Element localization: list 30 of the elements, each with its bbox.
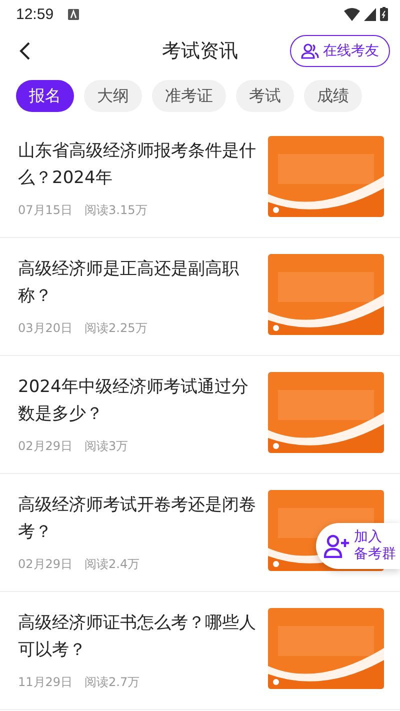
read-count: 阅读2.7万: [84, 674, 140, 691]
page-title: 考试资讯: [162, 39, 238, 64]
article-date: 11月29日: [18, 674, 73, 691]
article-date: 02月29日: [18, 556, 73, 573]
online-friends-button[interactable]: 在线考友: [290, 35, 390, 67]
read-count: 阅读3万: [84, 438, 128, 455]
article-title[interactable]: 高级经济师是正高还是副高职称？: [18, 256, 256, 310]
article-title[interactable]: 山东省高级经济师报考条件是什么？2024年: [18, 138, 256, 192]
category-tab[interactable]: 准考证: [152, 80, 226, 112]
status-time: 12:59: [16, 6, 54, 22]
add-person-icon: [324, 534, 350, 558]
category-tab[interactable]: 报名: [16, 80, 74, 112]
read-count: 阅读2.4万: [84, 556, 140, 573]
article-date: 02月29日: [18, 438, 73, 455]
category-tab[interactable]: 考试: [236, 80, 294, 112]
read-count: 阅读3.15万: [84, 202, 148, 219]
article-title[interactable]: 高级经济师证书怎么考？哪些人可以考？: [18, 610, 256, 664]
category-tab[interactable]: 成绩: [304, 80, 362, 112]
signal-icon: [364, 8, 376, 20]
article-date: 07月15日: [18, 202, 73, 219]
article-title[interactable]: 高级经济师考试开卷考还是闭卷考？: [18, 492, 256, 546]
notification-icon: [68, 8, 79, 20]
category-tab[interactable]: 大纲: [84, 80, 142, 112]
battery-icon: [380, 7, 388, 21]
people-icon: [301, 43, 319, 59]
article-date: 03月20日: [18, 320, 73, 337]
wifi-icon: [344, 8, 360, 20]
join-group-button[interactable]: 加入 备考群: [316, 523, 400, 569]
article-title[interactable]: 2024年中级经济师考试通过分数是多少？: [18, 374, 256, 428]
read-count: 阅读2.25万: [84, 320, 148, 337]
